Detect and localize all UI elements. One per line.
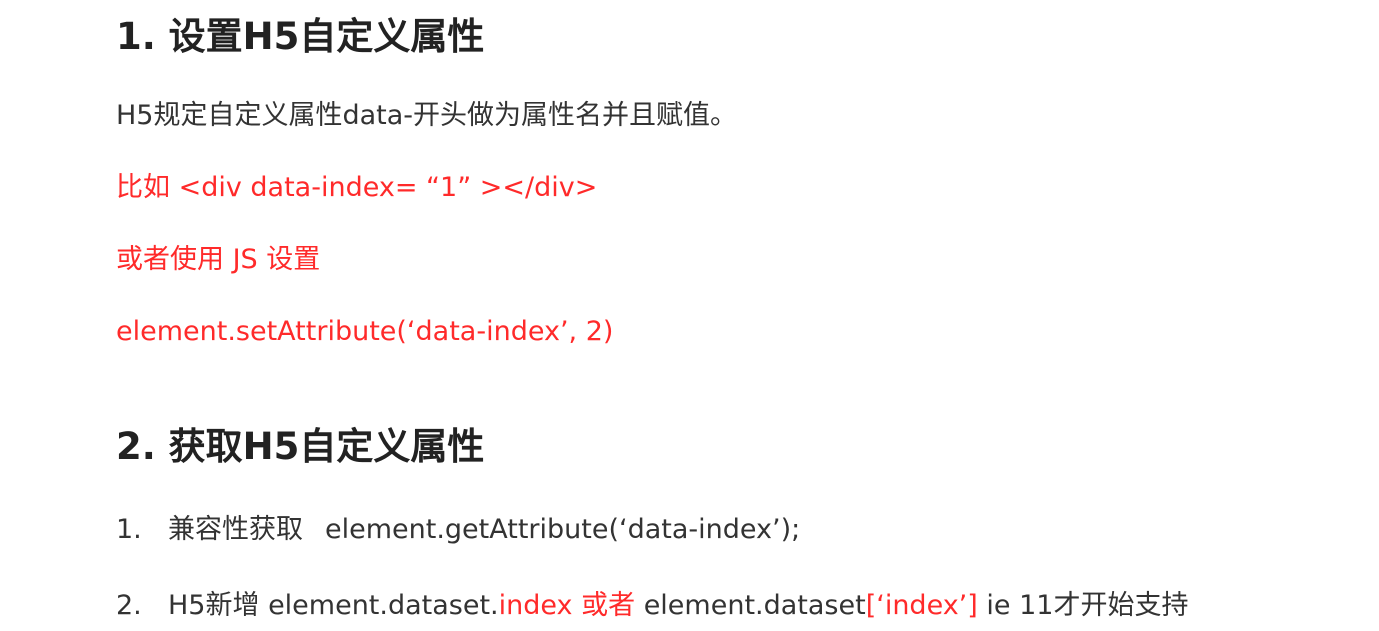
dataset-text: element.dataset <box>635 590 866 621</box>
list-number: 1. <box>116 514 142 545</box>
section-heading-set: 1. 设置H5自定义属性 <box>116 15 485 58</box>
or-js-text: 或者使用 JS 设置 <box>116 244 321 275</box>
dataset-index-highlight: index 或者 <box>498 590 636 621</box>
example-html: 比如 <div data-index= “1” ></div> <box>116 172 598 203</box>
section1-description: H5规定自定义属性data-开头做为属性名并且赋值。 <box>116 100 738 131</box>
document-page: 1. 设置H5自定义属性 H5规定自定义属性data-开头做为属性名并且赋值。 … <box>0 0 1379 631</box>
dataset-bracket-index: [‘index’] <box>865 590 978 621</box>
compat-get-label: 兼容性获取 <box>168 514 303 545</box>
list-number: 2. <box>116 590 142 621</box>
list-item: 2. H5新增 element.dataset.index 或者 element.… <box>116 592 1188 619</box>
section-heading-get: 2. 获取H5自定义属性 <box>116 425 485 468</box>
ie-support-note: ie 11才开始支持 <box>977 590 1189 621</box>
set-attribute-code: element.setAttribute(‘data-index’, 2) <box>116 316 614 347</box>
dataset-prefix: H5新增 element.dataset. <box>168 590 499 621</box>
list-item: 1. 兼容性获取 element.getAttribute(‘data-index’… <box>116 516 800 543</box>
get-attribute-code: element.getAttribute(‘data-index’); <box>325 514 801 545</box>
